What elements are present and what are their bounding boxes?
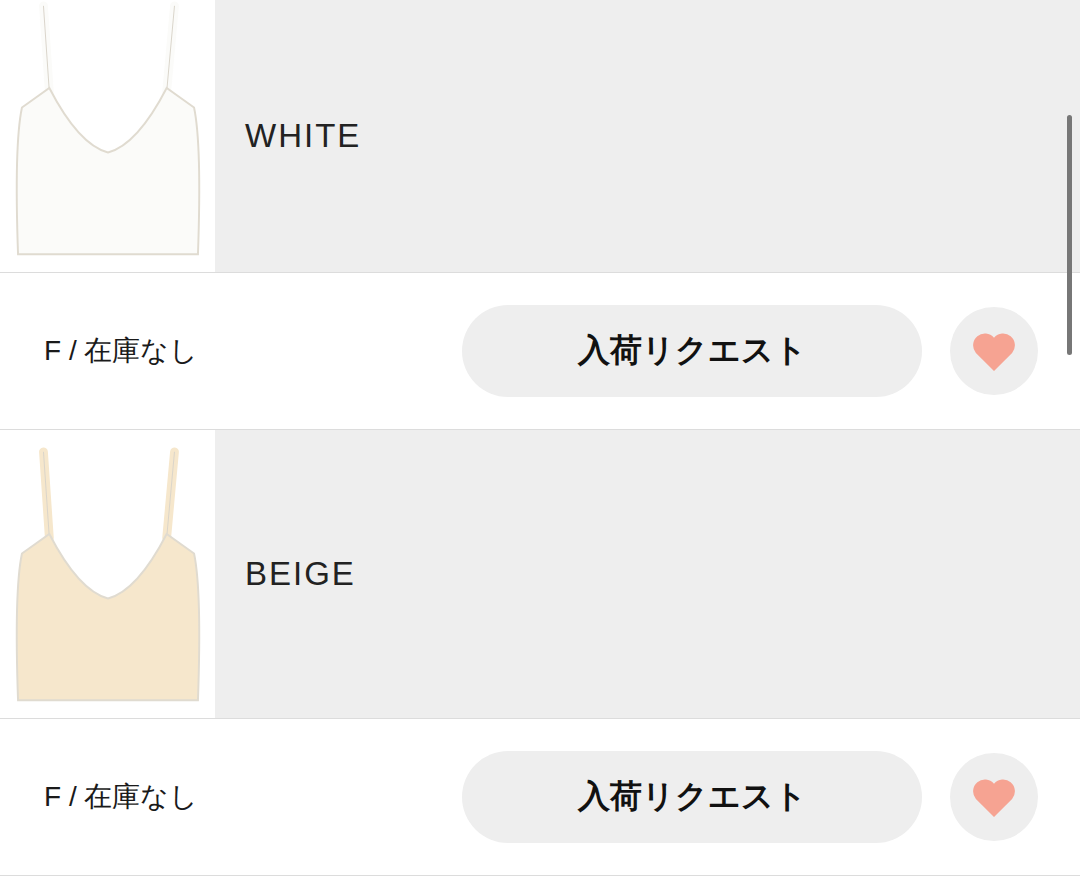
variant-header: WHITE [0,0,1080,273]
size-option-row: F / 在庫なし入荷リクエスト [0,273,1080,430]
color-name-area: WHITE [215,0,1080,272]
color-name-area: BEIGE [215,430,1080,718]
color-name: BEIGE [245,555,356,593]
scrollbar-thumb[interactable] [1067,115,1072,355]
color-name: WHITE [245,117,361,155]
size-option-row: F / 在庫なし入荷リクエスト [0,719,1080,876]
variant-header: BEIGE [0,430,1080,719]
camisole-icon [10,444,206,708]
product-variant-list: WHITEF / 在庫なし入荷リクエストBEIGEF / 在庫なし入荷リクエスト [0,0,1080,876]
restock-request-button[interactable]: 入荷リクエスト [462,305,922,397]
camisole-icon [10,0,206,262]
heart-icon [971,331,1017,371]
size-stock-label: F / 在庫なし [44,332,462,370]
favorite-button[interactable] [950,307,1038,395]
product-thumbnail[interactable] [0,430,215,718]
restock-request-button[interactable]: 入荷リクエスト [462,751,922,843]
size-stock-label: F / 在庫なし [44,778,462,816]
favorite-button[interactable] [950,753,1038,841]
product-thumbnail[interactable] [0,0,215,272]
heart-icon [971,777,1017,817]
